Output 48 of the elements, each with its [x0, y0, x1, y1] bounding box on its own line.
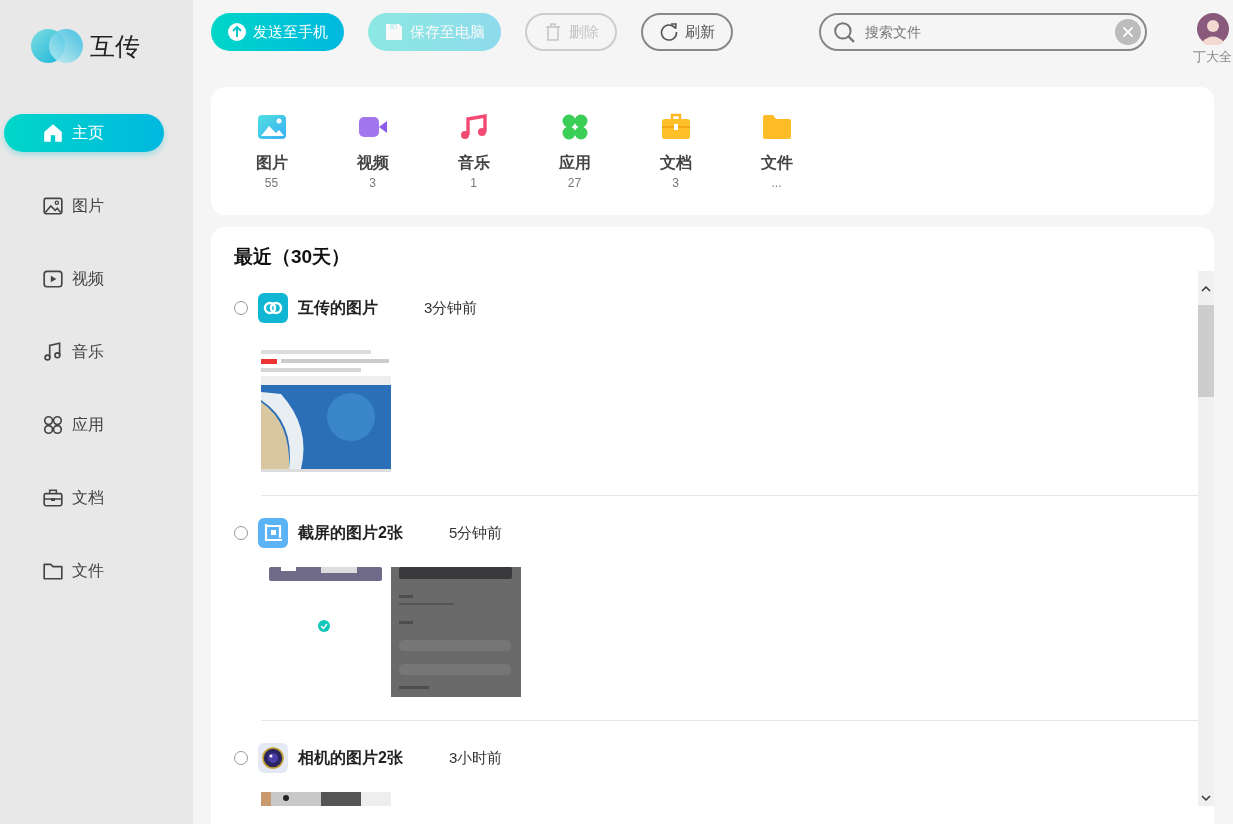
search-icon: [833, 21, 855, 43]
briefcase-icon: [42, 487, 64, 509]
section-title: 最近（30天）: [234, 245, 352, 269]
scroll-thumb[interactable]: [1198, 305, 1214, 397]
timestamp: 3分钟前: [424, 298, 478, 318]
category-count: 55: [264, 176, 279, 190]
avatar-icon: [1196, 13, 1229, 45]
category-count: ...: [771, 176, 782, 190]
nav-item[interactable]: 文档: [4, 479, 164, 517]
scrollbar[interactable]: [1198, 271, 1214, 806]
refresh-button[interactable]: 刷新: [641, 13, 733, 51]
category-label[interactable]: 文档: [659, 153, 692, 174]
nav-item[interactable]: 视频: [4, 260, 164, 298]
app-rings-icon: [258, 293, 288, 323]
search-input[interactable]: 搜索文件: [863, 23, 1107, 41]
camera-lens-icon: [258, 743, 288, 773]
category-count: 3: [369, 176, 376, 190]
nav-item[interactable]: 音乐: [4, 333, 164, 371]
search-bar[interactable]: 搜索文件: [819, 13, 1147, 51]
four-leaf-icon: [42, 414, 64, 436]
timestamp: 5分钟前: [448, 523, 503, 543]
nav-item[interactable]: 文件: [4, 552, 164, 590]
home-icon: [42, 122, 64, 144]
group-title: 截屏的图片2张: [298, 522, 403, 543]
category-label[interactable]: 文件: [760, 153, 793, 174]
category-label[interactable]: 音乐: [457, 153, 490, 174]
timestamp: 3小时前: [448, 748, 503, 768]
trash-icon: [543, 22, 563, 42]
image-icon: [42, 195, 64, 217]
nav-item[interactable]: 应用: [4, 406, 164, 444]
category-label[interactable]: 图片: [255, 153, 288, 174]
category-count: 1: [470, 176, 477, 190]
category-label[interactable]: 应用: [558, 153, 591, 174]
category-count: 27: [567, 176, 582, 190]
user-name: 丁大全: [1193, 48, 1232, 66]
screenshot-app-icon: [258, 518, 288, 548]
logo-icon: [30, 28, 84, 64]
refresh-icon: [659, 22, 679, 42]
group-title: 互传的图片: [298, 297, 378, 318]
play-icon: [42, 268, 64, 290]
group-title: 相机的图片2张: [298, 747, 403, 768]
category-label[interactable]: 视频: [356, 153, 389, 174]
clear-button[interactable]: [1115, 19, 1141, 45]
music-note-icon: [42, 341, 64, 363]
category-count: 3: [672, 176, 679, 190]
nav-item[interactable]: 图片: [4, 187, 164, 225]
app-name: 互传: [90, 30, 140, 63]
upload-icon: [227, 22, 247, 42]
